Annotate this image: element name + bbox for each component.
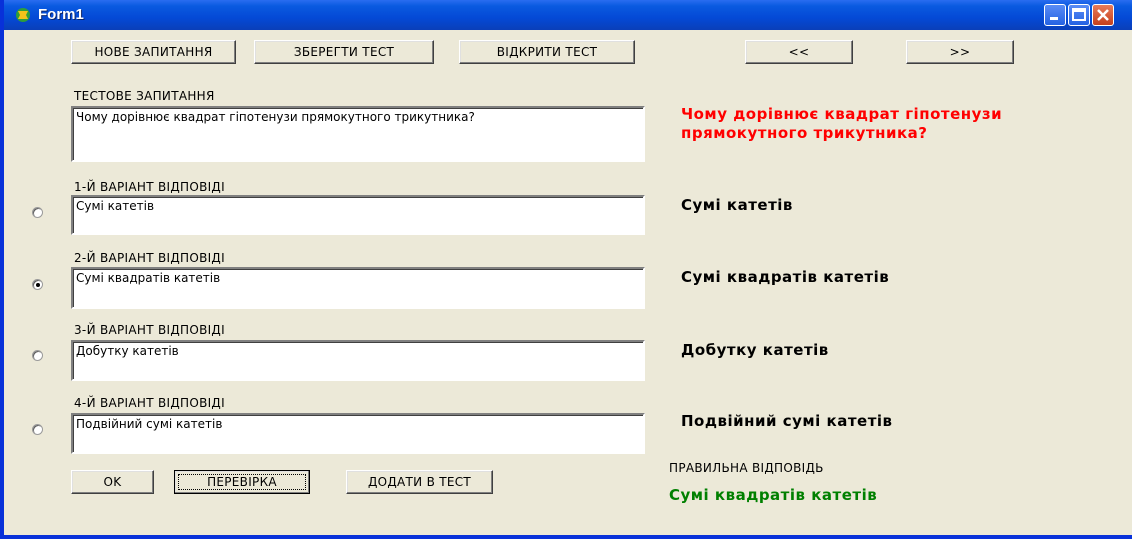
- correct-answer-display: Сумі квадратів катетів: [669, 486, 878, 504]
- title-bar[interactable]: Form1: [4, 0, 1132, 30]
- check-button[interactable]: ПЕРЕВІРКА: [174, 470, 310, 494]
- answer-1-radio[interactable]: [32, 207, 43, 218]
- question-display: Чому дорівнює квадрат гіпотенузи прямоку…: [681, 105, 1003, 142]
- answer-4-input[interactable]: Подвійний сумі катетів: [71, 413, 645, 454]
- answer-1-display: Сумі катетів: [681, 196, 793, 214]
- open-test-button[interactable]: ВІДКРИТИ ТЕСТ: [459, 40, 635, 64]
- answer-3-radio[interactable]: [32, 350, 43, 361]
- new-question-button[interactable]: НОВЕ ЗАПИТАННЯ: [71, 40, 236, 64]
- add-to-test-button[interactable]: ДОДАТИ В ТЕСТ: [346, 470, 493, 494]
- answer-2-input[interactable]: Сумі квадратів катетів: [71, 267, 645, 309]
- radio-selected-dot: [36, 283, 40, 287]
- close-button[interactable]: [1092, 4, 1114, 26]
- answer-1-label: 1-Й ВАРІАНТ ВІДПОВІДІ: [74, 180, 225, 194]
- maximize-icon: [1072, 8, 1086, 21]
- answer-2-label: 2-Й ВАРІАНТ ВІДПОВІДІ: [74, 251, 225, 265]
- answer-2-radio[interactable]: [32, 279, 43, 290]
- save-test-button[interactable]: ЗБЕРЕГТИ ТЕСТ: [254, 40, 434, 64]
- answer-1-input[interactable]: Сумі катетів: [71, 195, 645, 235]
- form-client-area: НОВЕ ЗАПИТАННЯ ЗБЕРЕГТИ ТЕСТ ВІДКРИТИ ТЕ…: [8, 30, 1132, 535]
- window-title: Form1: [38, 6, 84, 23]
- ok-button[interactable]: OK: [71, 470, 154, 494]
- answer-4-radio[interactable]: [32, 424, 43, 435]
- next-button[interactable]: >>: [906, 40, 1014, 64]
- prev-button[interactable]: <<: [745, 40, 853, 64]
- answer-4-display: Подвійний сумі катетів: [681, 412, 893, 430]
- question-input[interactable]: Чому дорівнює квадрат гіпотенузи прямоку…: [71, 106, 645, 162]
- answer-3-input[interactable]: Добутку катетів: [71, 340, 645, 381]
- minimize-icon: [1050, 17, 1058, 20]
- close-icon: [1097, 9, 1109, 21]
- minimize-button[interactable]: [1044, 4, 1066, 26]
- answer-2-display: Сумі квадратів катетів: [681, 268, 890, 286]
- answer-4-label: 4-Й ВАРІАНТ ВІДПОВІДІ: [74, 396, 225, 410]
- app-icon: [16, 8, 30, 22]
- maximize-button[interactable]: [1068, 4, 1090, 26]
- answer-3-display: Добутку катетів: [681, 341, 829, 359]
- correct-answer-label: ПРАВИЛЬНА ВІДПОВІДЬ: [669, 461, 824, 475]
- answer-3-label: 3-Й ВАРІАНТ ВІДПОВІДІ: [74, 323, 225, 337]
- app-window: Form1 НОВЕ ЗАПИТАННЯ ЗБЕРЕГТИ ТЕСТ ВІДКР…: [0, 0, 1132, 539]
- question-label: ТЕСТОВЕ ЗАПИТАННЯ: [74, 89, 215, 103]
- check-button-label: ПЕРЕВІРКА: [178, 474, 306, 490]
